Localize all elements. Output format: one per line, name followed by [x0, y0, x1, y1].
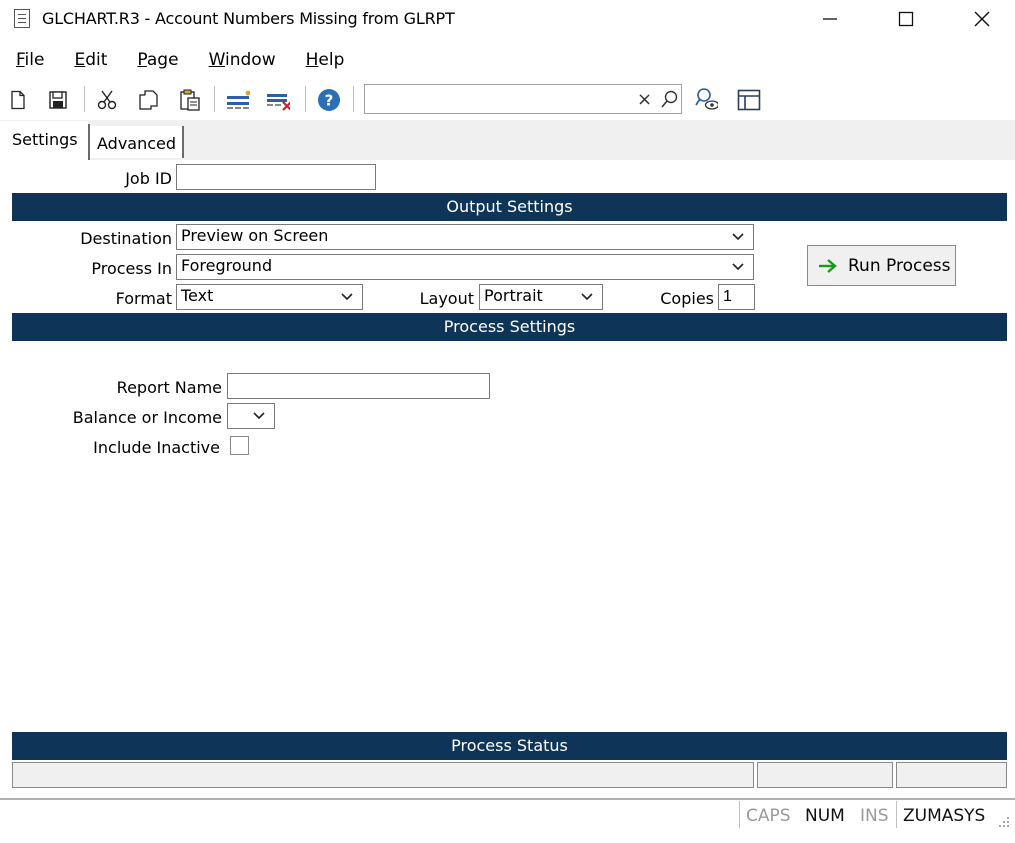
destination-select[interactable]: Preview on Screen: [176, 224, 754, 250]
copies-input[interactable]: [718, 284, 755, 310]
close-button[interactable]: [952, 0, 1012, 38]
delete-row-icon[interactable]: [266, 88, 290, 112]
maximize-button[interactable]: [876, 0, 936, 38]
menu-help[interactable]: Help: [306, 44, 345, 76]
balance-income-label: Balance or Income: [72, 408, 222, 427]
arrow-right-icon: [819, 258, 837, 273]
search-input[interactable]: [364, 84, 682, 114]
app-document-icon: [14, 9, 30, 28]
caps-indicator: CAPS: [746, 806, 791, 826]
minimize-button[interactable]: [800, 0, 860, 38]
tab-settings[interactable]: Settings: [0, 121, 88, 160]
svg-text:?: ?: [325, 92, 334, 110]
statusbar-separator: [739, 801, 740, 828]
window-title: GLCHART.R3 - Account Numbers Missing fro…: [42, 9, 455, 28]
chevron-down-icon: [253, 412, 265, 420]
status-info-cell: [896, 762, 1007, 788]
job-id-label: Job ID: [125, 169, 172, 188]
run-process-label: Run Process: [848, 255, 951, 276]
report-name-input[interactable]: [227, 373, 490, 399]
menu-page[interactable]: Page: [137, 44, 178, 76]
ins-indicator: INS: [860, 806, 889, 826]
minimize-icon: [823, 18, 837, 20]
insert-row-icon[interactable]: [226, 88, 250, 112]
user-indicator: ZUMASYS: [903, 806, 986, 826]
menu-edit[interactable]: Edit: [74, 44, 107, 76]
format-value: Text: [181, 286, 214, 305]
layout-label: Layout: [419, 289, 474, 308]
save-icon[interactable]: [46, 88, 70, 112]
close-icon: [974, 11, 990, 27]
format-select[interactable]: Text: [176, 284, 363, 310]
copy-icon[interactable]: [136, 88, 160, 112]
balance-income-select[interactable]: [227, 403, 275, 429]
report-name-label: Report Name: [116, 378, 222, 397]
destination-value: Preview on Screen: [181, 226, 329, 245]
chevron-down-icon: [732, 263, 744, 271]
job-id-input[interactable]: [176, 164, 376, 190]
new-doc-icon[interactable]: [6, 88, 30, 112]
chevron-down-icon: [581, 293, 593, 301]
include-inactive-label: Include Inactive: [93, 438, 220, 457]
copies-label: Copies: [660, 289, 714, 308]
format-label: Format: [115, 289, 172, 308]
toolbar-separator: [305, 86, 306, 112]
process-in-label: Process In: [91, 259, 172, 278]
toolbar-separator: [353, 86, 354, 112]
layout-icon[interactable]: [737, 88, 761, 112]
maximize-icon: [898, 11, 914, 27]
statusbar-separator: [896, 801, 897, 828]
output-settings-header: Output Settings: [12, 193, 1007, 221]
layout-value: Portrait: [484, 286, 543, 305]
status-progress-cell: [757, 762, 893, 788]
search-icon[interactable]: [660, 89, 680, 113]
toolbar-separator: [214, 86, 215, 112]
menu-file[interactable]: File: [16, 44, 44, 76]
chevron-down-icon: [732, 233, 744, 241]
include-inactive-checkbox[interactable]: [230, 436, 249, 455]
destination-label: Destination: [80, 229, 172, 248]
menu-window[interactable]: Window: [209, 44, 276, 76]
run-process-button[interactable]: Run Process: [807, 245, 956, 286]
num-indicator: NUM: [805, 806, 845, 826]
process-settings-header: Process Settings: [12, 313, 1007, 341]
process-in-value: Foreground: [181, 256, 273, 275]
search-clear-icon[interactable]: ×: [637, 89, 652, 110]
chevron-down-icon: [341, 293, 353, 301]
cut-icon[interactable]: [95, 88, 119, 112]
tab-divider: [182, 126, 184, 158]
toolbar-separator: [84, 86, 85, 112]
paste-icon[interactable]: [178, 88, 202, 112]
lookup-icon[interactable]: [694, 87, 718, 111]
process-status-header: Process Status: [12, 732, 1007, 760]
help-icon[interactable]: ?: [317, 88, 341, 112]
process-in-select[interactable]: Foreground: [176, 254, 754, 280]
status-message-cell: [12, 762, 754, 788]
layout-select[interactable]: Portrait: [479, 284, 603, 310]
menu-bar: File Edit Page Window Help: [0, 44, 344, 76]
resize-grip-icon[interactable]: [997, 814, 1011, 833]
tab-advanced[interactable]: Advanced: [90, 126, 182, 158]
